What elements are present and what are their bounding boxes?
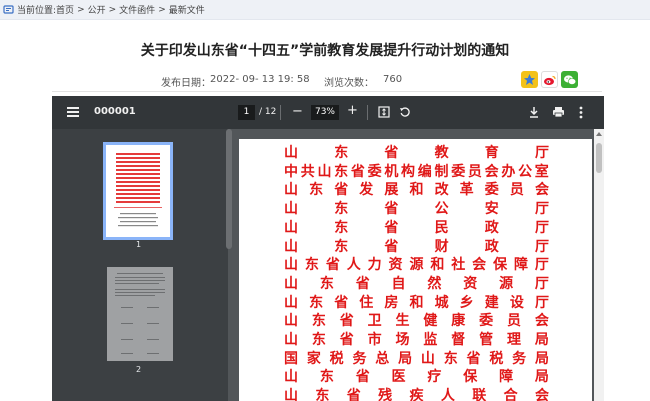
view-count-label: 浏览次数： [324, 78, 374, 89]
location-icon [3, 4, 14, 15]
pdf-toolbar: 000001 1 / 12 − 73% + [52, 96, 604, 129]
issuer-line: 山东省财政厅 [284, 238, 549, 255]
more-options-icon[interactable] [579, 106, 583, 119]
zoom-out-button[interactable]: − [292, 105, 303, 118]
share-buttons [521, 71, 578, 88]
thumbnail-page-number: 2 [136, 365, 142, 374]
weibo-icon[interactable] [541, 71, 558, 88]
issuer-line: 山东省自然资源厅 [284, 275, 549, 292]
page-total: / 12 [259, 107, 277, 117]
document-area: 山东省教育厅中共山东省委机构编制委员会办公室山东省发展和改革委员会山东省公安厅山… [232, 129, 604, 401]
issuer-line: 山东省残疾人联合会 [284, 388, 549, 401]
thumbnail-page-number: 1 [136, 240, 142, 249]
breadcrumb-separator: > [108, 4, 117, 15]
view-count: 760 [383, 74, 403, 85]
menu-icon[interactable] [67, 107, 79, 117]
issuer-line: 山东省民政厅 [284, 219, 549, 236]
issuer-line: 山东省住房和城乡建设厅 [284, 294, 549, 311]
document-page: 山东省教育厅中共山东省委机构编制委员会办公室山东省发展和改革委员会山东省公安厅山… [239, 139, 592, 401]
publish-date: 2022- 09- 13 19: 58 [210, 74, 310, 85]
pdf-filename: 000001 [94, 106, 136, 117]
rotate-icon[interactable] [399, 106, 411, 118]
publish-date-label: 发布日期： [161, 78, 211, 89]
breadcrumb-label: 当前位置: [17, 6, 57, 16]
issuer-line: 山东省市场监督管理局 [284, 332, 549, 348]
breadcrumb-public[interactable]: 公开 [88, 3, 106, 16]
issuer-line: 山东省发展和改革委员会 [284, 182, 549, 199]
toolbar-divider [367, 105, 368, 120]
issuer-line: 山东省公安厅 [284, 201, 549, 218]
zoom-level-input[interactable]: 73% [311, 105, 339, 120]
issuer-line: 山东省人力资源和社会保障厅 [284, 257, 549, 274]
qzone-icon[interactable] [521, 71, 538, 88]
issuer-line: 国家税务总局山东省税务局 [284, 350, 549, 367]
page-thumbnail-1[interactable] [103, 142, 173, 240]
zoom-in-button[interactable]: + [347, 104, 358, 117]
thumbnail-sidebar: 1 2 [52, 129, 228, 401]
page-title: 关于印发山东省“十四五”学前教育发展提升行动计划的通知 [140, 43, 510, 59]
issuer-line: 山东省教育厅 [284, 145, 549, 161]
breadcrumb-separator: > [77, 4, 85, 15]
toolbar-divider [280, 105, 281, 120]
breadcrumb-documents[interactable]: 文件函件 [119, 3, 155, 16]
article-meta: 发布日期： 2022- 09- 13 19: 58 浏览次数： 760 [0, 71, 650, 89]
pdf-viewer: 000001 1 / 12 − 73% + 1 2 山 东 省 教 育 厅 中 … [52, 96, 604, 401]
breadcrumb-latest[interactable]: 最新文件 [169, 3, 205, 16]
breadcrumb-separator: > [158, 4, 166, 15]
issuer-line: 中共山东省委机构编制委员会办公室 [284, 163, 549, 180]
issuer-line: 山东省卫生健康委员会 [284, 313, 549, 330]
document-scroll-thumb[interactable] [596, 143, 602, 173]
page-number-input[interactable]: 1 [238, 105, 255, 120]
scroll-up-arrow[interactable] [596, 132, 602, 136]
divider [52, 91, 602, 92]
breadcrumb-home[interactable]: 首页 [56, 3, 74, 16]
breadcrumb: 当前位置: 首页 > 公开 > 文件函件 > 最新文件 [0, 0, 650, 20]
wechat-icon[interactable] [561, 71, 578, 88]
issuer-line: 山东省医疗保障局 [284, 369, 549, 386]
print-icon[interactable] [552, 106, 565, 118]
download-icon[interactable] [528, 106, 540, 118]
fit-page-icon[interactable] [378, 106, 390, 118]
page-thumbnail-2[interactable] [107, 267, 173, 361]
